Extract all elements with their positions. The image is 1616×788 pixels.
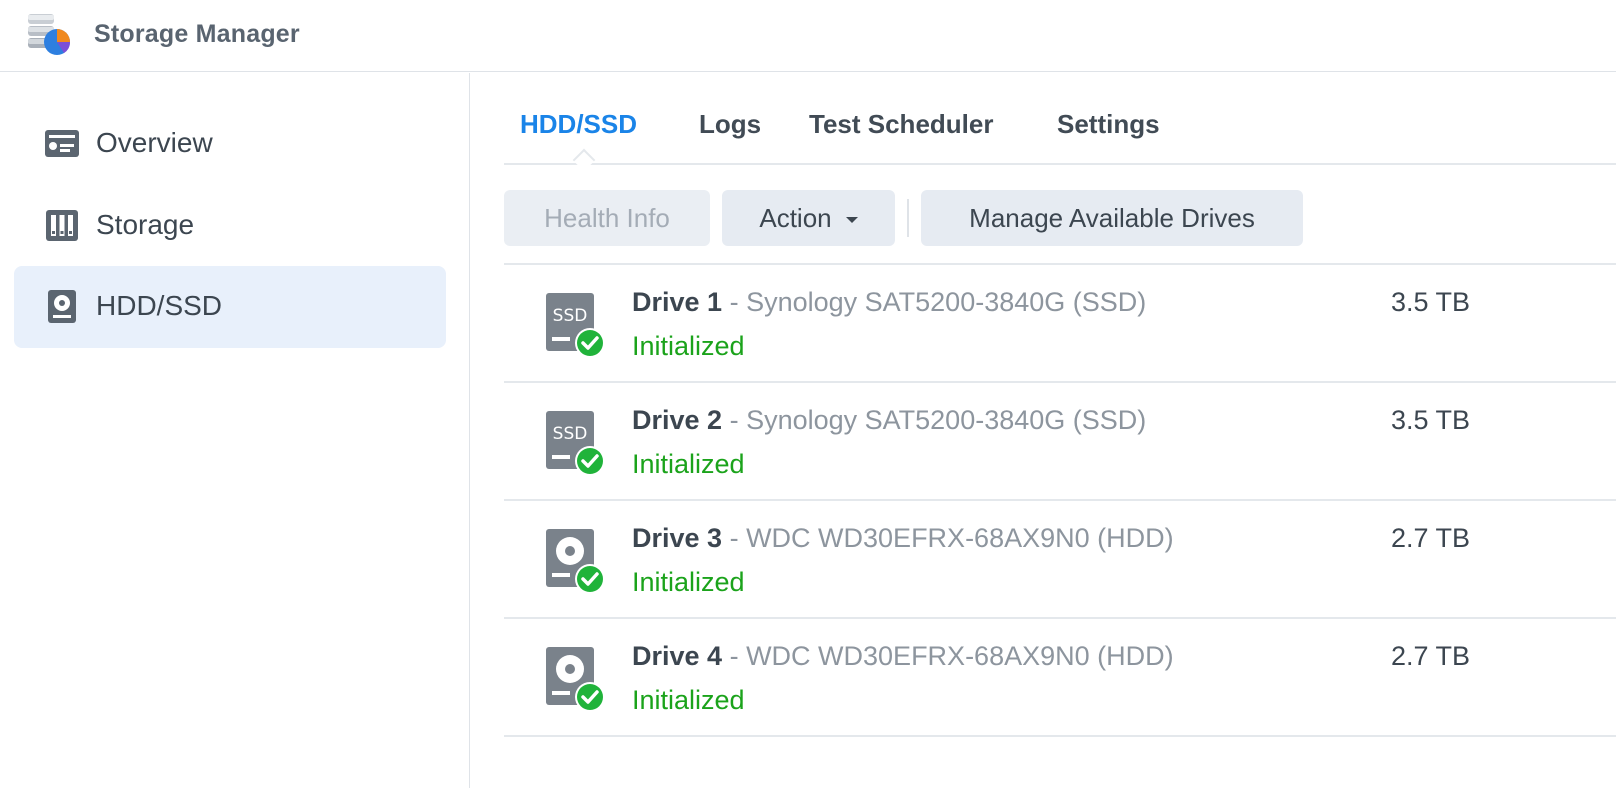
drive-name: Drive 1: [632, 287, 723, 317]
action-dropdown-button[interactable]: Action: [722, 190, 895, 246]
active-tab-indicator: [572, 148, 596, 172]
tab-logs[interactable]: Logs: [699, 109, 761, 140]
drive-separator: -: [722, 641, 747, 671]
svg-text:SSD: SSD: [553, 306, 588, 326]
drive-title: Drive 1 - Synology SAT5200-3840G (SSD): [632, 287, 1146, 318]
drive-name: Drive 3: [632, 523, 723, 553]
drive-separator: -: [722, 287, 747, 317]
drive-separator: -: [722, 405, 747, 435]
drive-model: Synology SAT5200-3840G (SSD): [746, 405, 1147, 435]
sidebar-item-label: Overview: [96, 127, 213, 158]
drive-row[interactable]: Drive 3 - WDC WD30EFRX-68AX9N0 (HDD) Ini…: [504, 501, 1616, 619]
sidebar-item-label: Storage: [96, 209, 195, 240]
action-label: Action: [759, 202, 832, 233]
drive-size: 2.7 TB: [1391, 523, 1471, 553]
drive-status: Initialized: [632, 567, 745, 597]
drive-size: 2.7 TB: [1391, 641, 1471, 671]
tab-settings[interactable]: Settings: [1057, 109, 1160, 140]
ssd-ok-icon: SSD: [546, 411, 605, 476]
manage-available-drives-button[interactable]: Manage Available Drives: [921, 190, 1303, 246]
tab-bar: HDD/SSD Logs Test Scheduler Settings: [504, 73, 1616, 172]
health-info-label: Health Info: [544, 202, 670, 233]
overview-icon: [45, 130, 79, 157]
svg-text:SSD: SSD: [553, 424, 588, 444]
drive-row[interactable]: SSD Drive 2 - Synology SAT5200-3840G (SS…: [504, 383, 1616, 501]
drive-model: WDC WD30EFRX-68AX9N0 (HDD): [746, 641, 1174, 671]
drive-model: WDC WD30EFRX-68AX9N0 (HDD): [746, 523, 1174, 553]
hdd-ok-icon: [546, 529, 605, 594]
storage-manager-app-icon: [28, 14, 71, 55]
chevron-down-icon: [845, 217, 858, 223]
title-bar: Storage Manager: [0, 0, 1616, 72]
tab-test-scheduler[interactable]: Test Scheduler: [809, 109, 993, 140]
drive-status: Initialized: [632, 685, 745, 715]
sidebar-item-overview[interactable]: Overview: [14, 103, 446, 185]
hdd-icon: [48, 290, 76, 323]
ssd-ok-icon: SSD: [546, 293, 605, 358]
tab-hdd-ssd[interactable]: HDD/SSD: [520, 109, 637, 140]
sidebar-item-hdd-ssd[interactable]: HDD/SSD: [14, 266, 446, 348]
drive-title: Drive 4 - WDC WD30EFRX-68AX9N0 (HDD): [632, 641, 1174, 672]
health-info-button[interactable]: Health Info: [504, 190, 710, 246]
drive-title: Drive 3 - WDC WD30EFRX-68AX9N0 (HDD): [632, 523, 1174, 554]
drive-separator: -: [722, 523, 747, 553]
drive-row[interactable]: Drive 4 - WDC WD30EFRX-68AX9N0 (HDD) Ini…: [504, 619, 1616, 737]
app-title: Storage Manager: [94, 20, 300, 48]
main-panel: HDD/SSD Logs Test Scheduler Settings Hea…: [504, 73, 1616, 788]
sidebar-item-label: HDD/SSD: [96, 290, 223, 321]
drive-name: Drive 4: [632, 641, 723, 671]
sidebar-item-storage[interactable]: Storage: [14, 185, 446, 267]
drive-title: Drive 2 - Synology SAT5200-3840G (SSD): [632, 405, 1146, 436]
storage-manager-window: Storage Manager Overview Storage HDD/SSD…: [0, 0, 1616, 788]
drive-name: Drive 2: [632, 405, 723, 435]
hdd-ok-icon: [546, 647, 605, 712]
drive-size: 3.5 TB: [1391, 405, 1471, 435]
drive-status: Initialized: [632, 331, 745, 361]
toolbar-divider: [907, 199, 909, 237]
drive-status: Initialized: [632, 449, 745, 479]
manage-drives-label: Manage Available Drives: [969, 202, 1255, 233]
drive-row[interactable]: SSD Drive 1 - Synology SAT5200-3840G (SS…: [504, 265, 1616, 383]
storage-icon: [46, 210, 78, 241]
sidebar: Overview Storage HDD/SSD: [0, 73, 470, 788]
drive-size: 3.5 TB: [1391, 287, 1471, 317]
drive-model: Synology SAT5200-3840G (SSD): [746, 287, 1147, 317]
